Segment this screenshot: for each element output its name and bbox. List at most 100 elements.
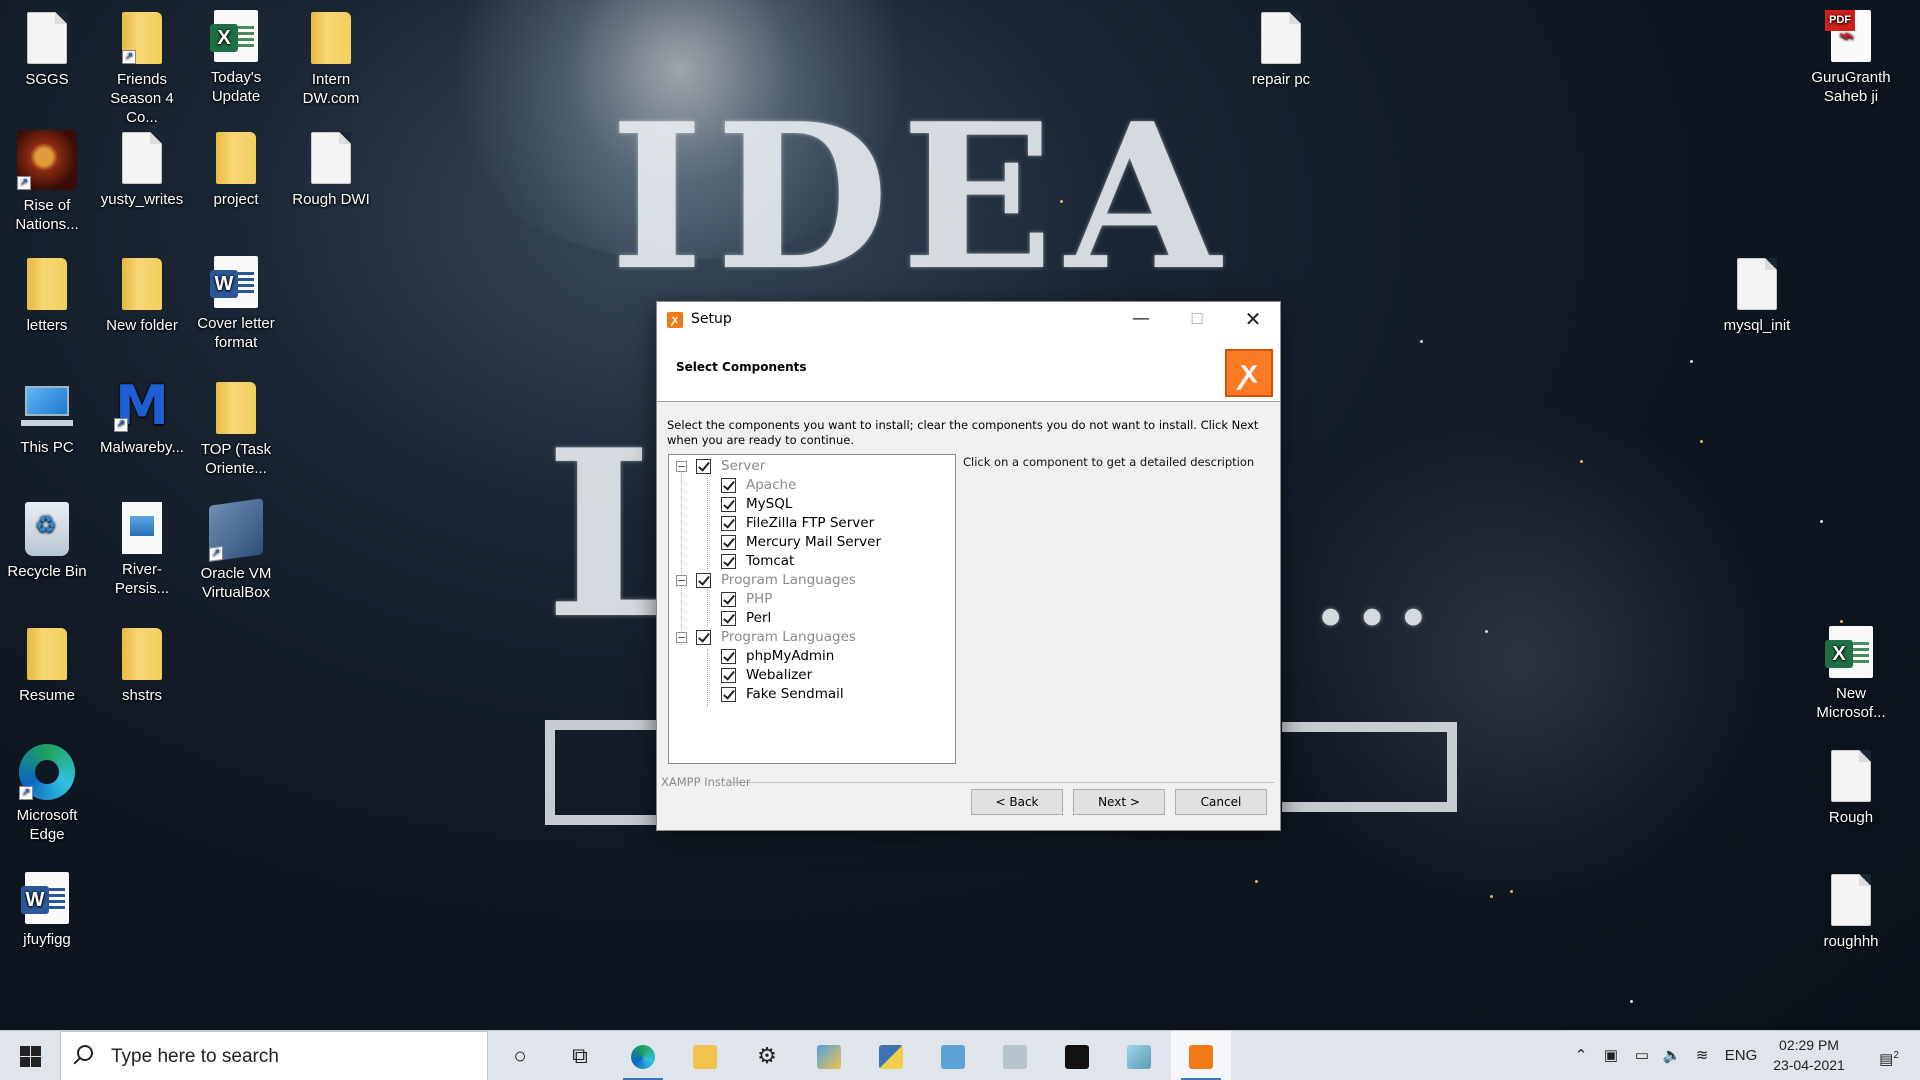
desktop-icon-sggs[interactable]: SGGS [2, 10, 92, 89]
checkbox[interactable] [721, 535, 736, 550]
collapse-toggle-icon[interactable]: − [676, 461, 687, 472]
language-indicator[interactable]: ENG [1722, 1031, 1760, 1080]
taskbar-search[interactable]: Type here to search [60, 1031, 488, 1080]
checkbox[interactable] [721, 649, 736, 664]
task-view-button[interactable]: ⧉ [550, 1031, 610, 1080]
network-icon[interactable]: ≋ [1688, 1031, 1716, 1080]
battery-icon[interactable]: ▭ [1628, 1031, 1656, 1080]
tree-node[interactable]: FileZilla FTP Server [669, 514, 955, 533]
desktop-icon-cover-letter[interactable]: W Cover letter format [191, 256, 281, 352]
checkbox[interactable] [721, 478, 736, 493]
taskbar-edge[interactable] [613, 1031, 673, 1080]
computer-icon [19, 380, 75, 432]
tree-node[interactable]: Webalizer [669, 666, 955, 685]
minimize-button[interactable]: — [1113, 302, 1169, 338]
show-hidden-icons[interactable]: ⌃ [1568, 1031, 1594, 1080]
cancel-button[interactable]: Cancel [1175, 789, 1267, 815]
checkbox[interactable] [696, 630, 711, 645]
desktop-icon-resume[interactable]: Resume [2, 626, 92, 705]
checkbox[interactable] [721, 592, 736, 607]
notification-center-button[interactable]: ▤2 [1864, 1031, 1914, 1080]
desktop-icon-shstrs[interactable]: shstrs [97, 626, 187, 705]
tree-node-label: Webalizer [746, 667, 813, 683]
tree-node[interactable]: Mercury Mail Server [669, 533, 955, 552]
tree-node[interactable]: Apache [669, 476, 955, 495]
taskbar-app-tools[interactable] [799, 1031, 859, 1080]
tree-node[interactable]: MySQL [669, 495, 955, 514]
notification-icon: ▤ [1879, 1051, 1894, 1068]
taskbar-control-panel[interactable] [923, 1031, 983, 1080]
taskbar-app[interactable] [1109, 1031, 1169, 1080]
checkbox[interactable] [721, 516, 736, 531]
back-button[interactable]: < Back [971, 789, 1063, 815]
desktop-icon-label: Malwareby... [100, 439, 184, 456]
volume-icon[interactable]: 🔈 [1658, 1031, 1686, 1080]
desktop-icon-gurugranth[interactable]: PDF ⌁ GuruGranth Saheb ji [1806, 10, 1896, 106]
desktop-icon-roughhh[interactable]: roughhh [1806, 872, 1896, 951]
start-button[interactable] [0, 1031, 60, 1080]
taskbar-xampp[interactable] [1171, 1031, 1231, 1080]
desktop-icon-yusty-writes[interactable]: yusty_writes [97, 130, 187, 209]
tree-node[interactable]: − Server [669, 457, 955, 476]
taskbar-resource-monitor[interactable] [985, 1031, 1045, 1080]
text-file-icon [122, 132, 162, 184]
desktop-icon-rough[interactable]: Rough [1806, 748, 1896, 827]
desktop-icon-intern-dw[interactable]: Intern DW.com [286, 10, 376, 108]
desktop-icon-this-pc[interactable]: This PC [2, 380, 92, 457]
cortana-button[interactable]: ○ [490, 1031, 550, 1080]
tree-node[interactable]: phpMyAdmin [669, 647, 955, 666]
collapse-toggle-icon[interactable]: − [676, 632, 687, 643]
taskbar-python[interactable] [861, 1031, 921, 1080]
clock[interactable]: 02:29 PM 23-04-2021 [1766, 1035, 1852, 1075]
desktop-icon-friends[interactable]: ↗ Friends Season 4 Co... [97, 10, 187, 127]
dialog-titlebar[interactable]: ꭗ Setup — ☐ ✕ [657, 302, 1280, 338]
taskbar-settings[interactable]: ⚙ [737, 1031, 797, 1080]
desktop-icon-river-persis[interactable]: River-Persis... [97, 502, 187, 598]
desktop-icon-microsoft-edge[interactable]: ↗ Microsoft Edge [2, 744, 92, 844]
wallpaper-dots: ... [1315, 540, 1439, 646]
maximize-button[interactable]: ☐ [1169, 302, 1225, 338]
components-tree[interactable]: − Server Apache MySQL FileZilla FTP Server Me… [668, 454, 956, 764]
folder-icon [693, 1045, 717, 1070]
checkbox[interactable] [721, 554, 736, 569]
taskbar-file-explorer[interactable] [675, 1031, 735, 1080]
checkbox[interactable] [721, 668, 736, 683]
wallpaper-star [1630, 1000, 1633, 1003]
device-icon[interactable]: ▣ [1598, 1031, 1624, 1080]
tree-node[interactable]: Fake Sendmail [669, 685, 955, 704]
tree-node-label: Program Languages [721, 572, 856, 588]
desktop-icon-top-task[interactable]: TOP (Task Oriente... [191, 380, 281, 478]
collapse-toggle-icon[interactable]: − [676, 575, 687, 586]
desktop-icon-letters[interactable]: letters [2, 256, 92, 335]
tree-node[interactable]: Perl [669, 609, 955, 628]
desktop-icon-todays-update[interactable]: X Today's Update [191, 10, 281, 106]
checkbox[interactable] [721, 611, 736, 626]
desktop-icon-jfuyfigg[interactable]: W jfuyfigg [2, 872, 92, 949]
next-button[interactable]: Next > [1073, 789, 1165, 815]
desktop-icon-rise-of-nations[interactable]: ↗ Rise of Nations... [2, 130, 92, 234]
desktop-icon-project[interactable]: project [191, 130, 281, 209]
desktop-icon-rough-dwi[interactable]: Rough DWI [286, 130, 376, 209]
tree-node[interactable]: − Program Languages [669, 571, 955, 590]
checkbox[interactable] [696, 573, 711, 588]
desktop-icon-malwarebytes[interactable]: M ↗ Malwareby... [97, 379, 187, 457]
checkbox[interactable] [721, 497, 736, 512]
tree-node[interactable]: Tomcat [669, 552, 955, 571]
desktop-icon-recycle-bin[interactable]: Recycle Bin [2, 502, 92, 581]
monitor-icon [1003, 1045, 1027, 1070]
checkbox[interactable] [721, 687, 736, 702]
desktop-icon-new-folder[interactable]: New folder [97, 256, 187, 335]
xampp-app-icon: ꭗ [667, 312, 683, 328]
tree-node[interactable]: − Program Languages [669, 628, 955, 647]
desktop-icon-repair-pc[interactable]: repair pc [1236, 10, 1326, 89]
wallpaper-star [1485, 630, 1488, 633]
checkbox[interactable] [696, 459, 711, 474]
tree-node-label: Fake Sendmail [746, 686, 844, 702]
tree-node[interactable]: PHP [669, 590, 955, 609]
desktop-icon-mysql-init[interactable]: mysql_init [1712, 256, 1802, 335]
desktop-icon-virtualbox[interactable]: ↗ Oracle VM VirtualBox [191, 498, 281, 602]
taskbar-terminal[interactable] [1047, 1031, 1107, 1080]
close-button[interactable]: ✕ [1225, 302, 1281, 338]
desktop-icon-new-microsoft[interactable]: X New Microsof... [1806, 626, 1896, 722]
wallpaper-star [1690, 360, 1693, 363]
